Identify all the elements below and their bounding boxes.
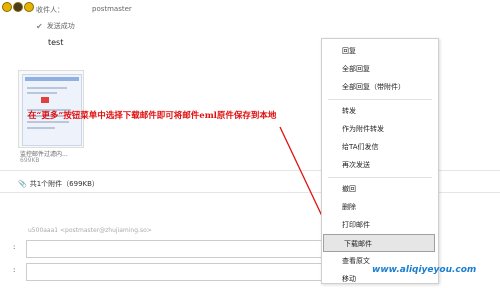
annotation-text: 在“更多”按钮菜单中选择下载邮件即可将邮件eml原件保存到本地 <box>28 111 277 121</box>
reply-field-1[interactable] <box>26 240 328 258</box>
menu-separator <box>328 177 432 178</box>
menu-item-print[interactable]: 打印邮件 <box>322 216 438 234</box>
reply-field-2[interactable] <box>26 263 328 281</box>
field-label: : <box>13 243 16 251</box>
from-address: u500aaa1 <postmaster@zhujiaming.so> <box>28 227 152 234</box>
avatar-group <box>2 2 34 12</box>
menu-item-forward-as-attachment[interactable]: 作为附件转发 <box>322 120 438 138</box>
menu-item-reply-all[interactable]: 全部回复 <box>322 60 438 78</box>
menu-item-delete[interactable]: 删除 <box>322 198 438 216</box>
menu-item-reply[interactable]: 回复 <box>322 42 438 60</box>
attachment-size: 699KB <box>20 157 40 164</box>
attachment-summary: 📎 共1个附件（699KB） <box>18 180 99 188</box>
watermark: www.aliqiyeyou.com <box>372 265 477 275</box>
menu-item-resend[interactable]: 再次发送 <box>322 156 438 174</box>
sent-status-row: ✔ 发送成功 <box>36 21 75 31</box>
avatar <box>13 2 23 12</box>
message-body: test <box>48 38 64 47</box>
menu-item-forward[interactable]: 转发 <box>322 102 438 120</box>
menu-item-reply-all-attachments[interactable]: 全部回复（带附件） <box>322 78 438 96</box>
paperclip-icon: 📎 <box>18 180 27 188</box>
avatar <box>24 2 34 12</box>
more-menu: 回复 全部回复 全部回复（带附件） 转发 作为附件转发 给TA们发信 再次发送 … <box>321 38 439 284</box>
avatar <box>2 2 12 12</box>
menu-separator <box>328 99 432 100</box>
menu-item-download[interactable]: 下载邮件 <box>323 234 435 252</box>
sent-status: 发送成功 <box>46 22 75 30</box>
recipient-label: 收件人： <box>36 6 64 14</box>
menu-item-recall[interactable]: 撤回 <box>322 180 438 198</box>
recipient-name[interactable]: postmaster <box>92 5 132 13</box>
field-label: : <box>13 266 16 274</box>
check-icon: ✔ <box>36 21 43 31</box>
menu-item-message-them[interactable]: 给TA们发信 <box>322 138 438 156</box>
